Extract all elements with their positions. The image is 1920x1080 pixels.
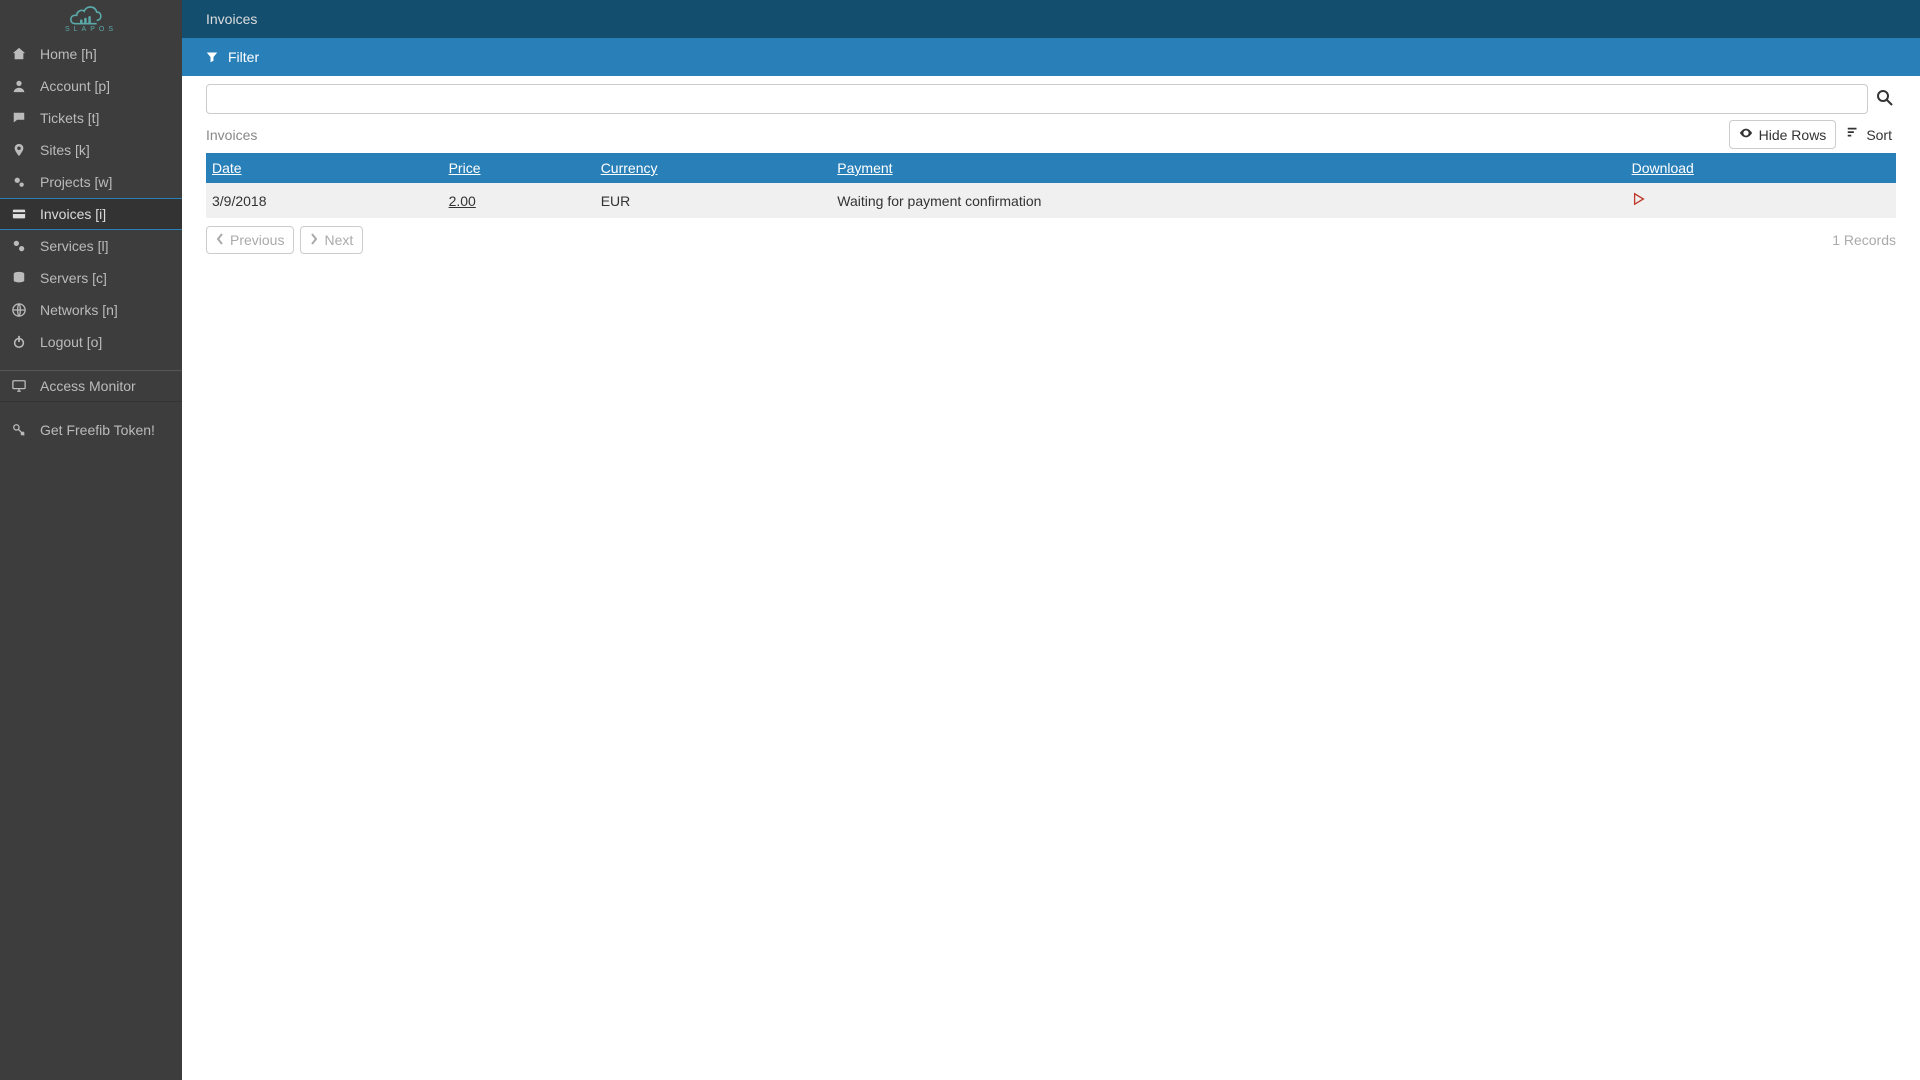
sidebar-item-label: Account [p] [40, 78, 110, 94]
sidebar-item-home[interactable]: Home [h] [0, 38, 182, 70]
sidebar-item-sites[interactable]: Sites [k] [0, 134, 182, 166]
cell-date: 3/9/2018 [212, 193, 267, 209]
sidebar-item-label: Home [h] [40, 46, 97, 62]
cell-payment: Waiting for payment confirmation [837, 193, 1041, 209]
logo-cloud-icon [65, 5, 105, 29]
sidebar-item-label: Servers [c] [40, 270, 107, 286]
sidebar-item-services[interactable]: Services [l] [0, 230, 182, 262]
search-input[interactable] [206, 84, 1868, 114]
globe-icon [10, 303, 28, 317]
sidebar-item-label: Get Freefib Token! [40, 422, 155, 438]
next-button[interactable]: Next [300, 226, 363, 254]
records-count: 1 Records [1832, 232, 1896, 248]
sidebar-item-projects[interactable]: Projects [w] [0, 166, 182, 198]
db-icon [10, 271, 28, 285]
sidebar-item-label: Invoices [i] [40, 206, 106, 222]
cell-currency: EUR [601, 193, 631, 209]
sidebar-item-label: Tickets [t] [40, 110, 99, 126]
filter-label: Filter [228, 49, 259, 65]
sidebar-item-freefib-token[interactable]: Get Freefib Token! [0, 414, 182, 446]
chevron-left-icon [216, 232, 224, 248]
filter-icon [206, 51, 218, 63]
previous-button[interactable]: Previous [206, 226, 294, 254]
key-icon [10, 423, 28, 437]
col-payment[interactable]: Payment [837, 160, 892, 176]
card-icon [10, 207, 28, 221]
eye-icon [1739, 126, 1753, 143]
download-button[interactable] [1632, 193, 1646, 209]
cell-price[interactable]: 2.00 [449, 193, 476, 209]
sidebar-item-account[interactable]: Account [p] [0, 70, 182, 102]
sidebar-item-access-monitor[interactable]: Access Monitor [0, 370, 182, 402]
search-button[interactable] [1874, 88, 1896, 110]
sidebar-item-tickets[interactable]: Tickets [t] [0, 102, 182, 134]
next-label: Next [324, 232, 353, 248]
sidebar-item-label: Services [l] [40, 238, 108, 254]
col-currency[interactable]: Currency [601, 160, 658, 176]
cogs-icon [10, 239, 28, 253]
previous-label: Previous [230, 232, 284, 248]
table-header-row: Date Price Currency Payment Download [206, 153, 1896, 183]
power-icon [10, 335, 28, 349]
invoices-table: Date Price Currency Payment Download 3/9… [206, 153, 1896, 218]
logo: SLAPOS [0, 0, 182, 38]
sidebar-item-servers[interactable]: Servers [c] [0, 262, 182, 294]
chat-icon [10, 111, 28, 125]
col-price[interactable]: Price [449, 160, 481, 176]
monitor-icon [10, 379, 28, 393]
gears-icon [10, 175, 28, 189]
home-icon [10, 47, 28, 61]
sidebar-item-label: Access Monitor [40, 378, 136, 394]
sidebar-item-invoices[interactable]: Invoices [i] [0, 198, 182, 230]
sort-button[interactable]: Sort [1842, 120, 1896, 149]
sidebar-item-logout[interactable]: Logout [o] [0, 326, 182, 358]
chevron-right-icon [310, 232, 318, 248]
sort-label: Sort [1866, 127, 1892, 143]
section-title: Invoices [206, 127, 257, 143]
sidebar-item-label: Projects [w] [40, 174, 112, 190]
sidebar-item-label: Networks [n] [40, 302, 118, 318]
hide-rows-button[interactable]: Hide Rows [1729, 120, 1837, 149]
sidebar-item-label: Sites [k] [40, 142, 90, 158]
col-date[interactable]: Date [212, 160, 242, 176]
pin-icon [10, 143, 28, 157]
table-row: 3/9/2018 2.00 EUR Waiting for payment co… [206, 183, 1896, 218]
sidebar-item-label: Logout [o] [40, 334, 102, 350]
page-title: Invoices [206, 11, 257, 27]
user-icon [10, 79, 28, 93]
main: Invoices Filter Invoices Hide Rows [182, 0, 1920, 1080]
page-header: Invoices [182, 0, 1920, 38]
sidebar-item-networks[interactable]: Networks [n] [0, 294, 182, 326]
search-icon [1877, 90, 1893, 109]
filter-bar[interactable]: Filter [182, 38, 1920, 76]
download-icon [1632, 193, 1646, 209]
hide-rows-label: Hide Rows [1759, 127, 1827, 143]
sort-icon [1846, 126, 1860, 143]
sidebar: SLAPOS Home [h] Account [p] Tickets [t] … [0, 0, 182, 1080]
col-download[interactable]: Download [1632, 160, 1694, 176]
